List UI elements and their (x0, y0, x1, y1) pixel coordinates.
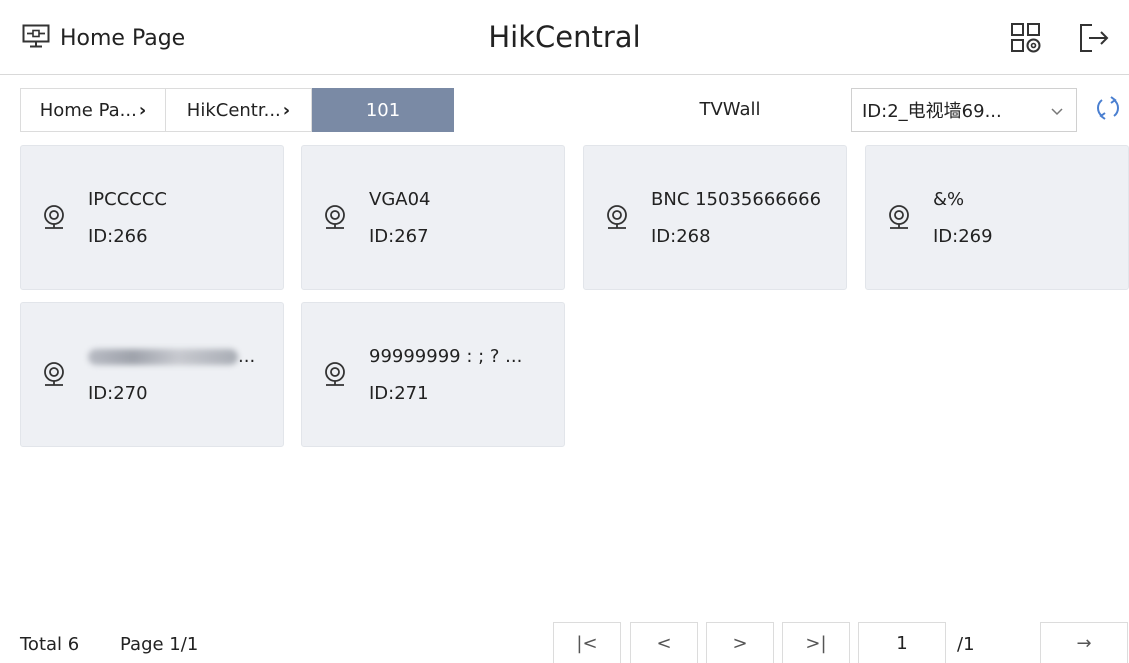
camera-id: ID:268 (651, 226, 711, 247)
tvwall-select[interactable]: ID:2_电视墙69... (851, 88, 1077, 132)
camera-icon (886, 204, 912, 236)
tvwall-label: TVWall (699, 99, 761, 120)
breadcrumb-hikcentral-label: HikCentr... (186, 99, 281, 121)
layout-settings-icon (1010, 22, 1042, 58)
go-page-button[interactable]: → (1040, 622, 1128, 663)
last-page-button[interactable]: >| (782, 622, 850, 663)
top-bar: Home Page HikCentral (0, 0, 1129, 75)
breadcrumb-hikcentral[interactable]: HikCentr... › (165, 88, 312, 132)
refresh-icon (1094, 94, 1122, 126)
camera-card[interactable]: BNC 15035666666 ID:268 (583, 145, 847, 290)
camera-id: ID:269 (933, 226, 993, 247)
page-indicator: Page 1/1 (120, 634, 199, 655)
camera-icon (604, 204, 630, 236)
first-page-button[interactable]: |< (553, 622, 621, 663)
camera-id: ID:266 (88, 226, 148, 247)
camera-card[interactable]: ... ID:270 (20, 302, 284, 447)
breadcrumb-home-label: Home Pa... (39, 99, 137, 121)
tvwall-select-value: ID:2_电视墙69... (862, 101, 1002, 122)
camera-icon (322, 361, 348, 393)
camera-id: ID:270 (88, 383, 148, 404)
refresh-button[interactable] (1090, 92, 1126, 128)
page-total: /1 (957, 634, 975, 655)
breadcrumb-home[interactable]: Home Pa... › (20, 88, 166, 132)
prev-page-button[interactable]: < (630, 622, 698, 663)
camera-id: ID:271 (369, 383, 429, 404)
layout-settings-button[interactable] (1008, 22, 1044, 58)
camera-name-blurred: ... (88, 346, 255, 367)
pagination-bar: Total 6 Page 1/1 |< < > >| 1 /1 → (0, 622, 1129, 663)
logout-icon (1078, 22, 1110, 58)
breadcrumb-separator: › (282, 99, 291, 121)
logout-button[interactable] (1076, 22, 1112, 58)
camera-name: VGA04 (369, 189, 431, 210)
toolbar: Home Pa... › HikCentr... › 101 TVWall ID:2… (0, 88, 1129, 132)
next-page-button[interactable]: > (706, 622, 774, 663)
camera-icon (41, 361, 67, 393)
camera-name-ellipsis: ... (238, 346, 256, 367)
home-page-button[interactable]: Home Page (22, 24, 185, 52)
home-page-label: Home Page (60, 25, 186, 51)
camera-name: BNC 15035666666 (651, 189, 822, 210)
camera-card[interactable]: &% ID:269 (865, 145, 1129, 290)
camera-name: 99999999 : ; ? ... (369, 346, 523, 367)
camera-icon (322, 204, 348, 236)
camera-name: IPCCCCC (88, 189, 168, 210)
camera-name: &% (933, 189, 965, 210)
camera-card[interactable]: 99999999 : ; ? ... ID:271 (301, 302, 565, 447)
total-count: Total 6 (20, 634, 80, 655)
chevron-down-icon (1050, 102, 1064, 123)
camera-icon (41, 204, 67, 236)
camera-card[interactable]: VGA04 ID:267 (301, 145, 565, 290)
page-number-input[interactable]: 1 (858, 622, 946, 663)
breadcrumb-101-label: 101 (365, 99, 401, 121)
breadcrumb-separator: › (138, 99, 147, 121)
camera-card[interactable]: IPCCCCC ID:266 (20, 145, 284, 290)
redacted-text (88, 349, 238, 365)
breadcrumb-101[interactable]: 101 (312, 88, 454, 132)
monitor-icon (22, 24, 50, 52)
camera-id: ID:267 (369, 226, 429, 247)
